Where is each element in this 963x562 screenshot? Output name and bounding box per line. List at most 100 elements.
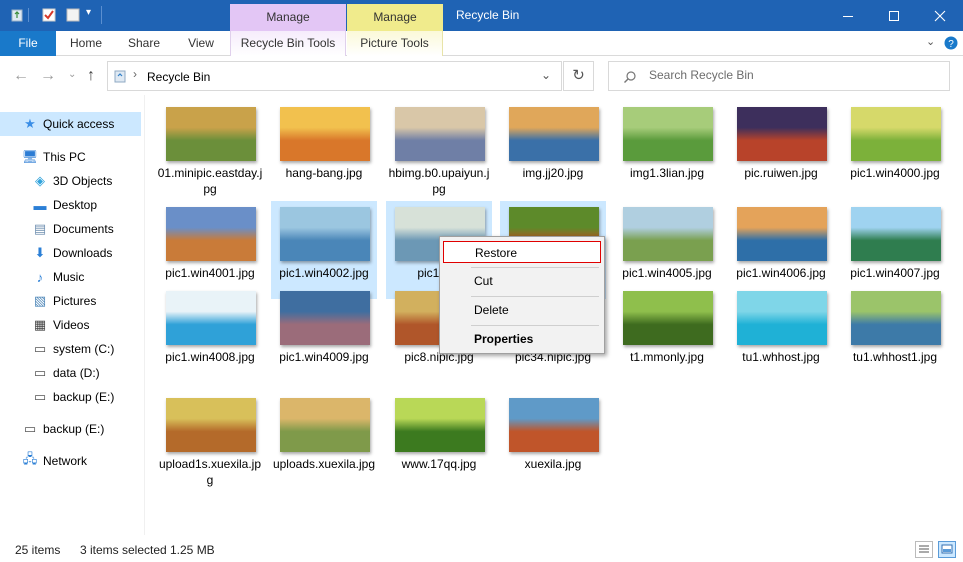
sidebar-item-pictures[interactable]: ▧ Pictures — [0, 289, 141, 313]
expand-ribbon-chevron-icon[interactable]: ⌄ — [926, 35, 935, 48]
breadcrumb-chevron-icon[interactable]: › — [133, 67, 137, 81]
refresh-button[interactable]: ↻ — [563, 61, 594, 91]
close-icon — [934, 10, 946, 21]
manage-tab-recycle[interactable]: Manage — [347, 4, 443, 31]
sidebar-item-label: Desktop — [53, 198, 98, 212]
sidebar-item-this-pc[interactable]: 🖥 This PC — [0, 145, 141, 169]
image-thumbnail — [851, 291, 941, 345]
file-name: 01.minipic.eastday.jpg — [157, 166, 263, 196]
file-tile[interactable]: uploads.xuexila.jpg — [271, 392, 377, 490]
sidebar-item-documents[interactable]: ▤ Documents — [0, 217, 141, 241]
image-thumbnail — [280, 107, 370, 161]
sidebar-item-label: backup (E:) — [53, 390, 115, 404]
new-folder-icon[interactable] — [66, 8, 80, 22]
details-view-button[interactable] — [915, 541, 933, 558]
menu-item-properties[interactable]: Properties — [443, 328, 601, 350]
sidebar-item-system-c[interactable]: ▭ system (C:) — [0, 337, 141, 361]
maximize-button[interactable] — [871, 0, 917, 31]
image-thumbnail — [623, 207, 713, 261]
file-tile[interactable]: tu1.whhost.jpg — [728, 285, 834, 383]
search-box[interactable] — [608, 61, 950, 91]
file-tile[interactable]: pic1.win4009.jpg — [271, 285, 377, 383]
sidebar-item-label: data (D:) — [53, 366, 100, 380]
navigation-pane: ★ Quick access 🖥 This PC ◈ 3D Objects ▬ Desktop… — [0, 103, 144, 533]
file-name: img1.3lian.jpg — [629, 166, 705, 180]
sidebar-item-data-d[interactable]: ▭ data (D:) — [0, 361, 141, 385]
file-tile[interactable]: img.jj20.jpg — [500, 101, 606, 199]
recycle-bin-icon[interactable] — [10, 8, 24, 22]
file-name: hang-bang.jpg — [285, 166, 363, 180]
file-name: pic1.win4005.jpg — [622, 266, 712, 280]
file-tile[interactable]: pic1.win4008.jpg — [157, 285, 263, 383]
sidebar-item-music[interactable]: ♪ Music — [0, 265, 141, 289]
selection-size: 1.25 MB — [170, 543, 215, 557]
image-thumbnail — [395, 398, 485, 452]
cube-icon: ◈ — [35, 173, 45, 188]
image-thumbnail — [851, 207, 941, 261]
file-tile[interactable]: hbimg.b0.upaiyun.jpg — [386, 101, 492, 199]
toolbar-divider — [101, 6, 102, 24]
back-arrow-icon[interactable]: ← — [13, 67, 29, 85]
file-tile[interactable]: hang-bang.jpg — [271, 101, 377, 199]
properties-icon[interactable] — [42, 8, 56, 22]
sidebar-item-quick-access[interactable]: ★ Quick access — [0, 112, 141, 136]
customize-toolbar-chevron-icon[interactable]: ▾ — [86, 7, 91, 18]
tab-file[interactable]: File — [0, 31, 56, 56]
tab-view[interactable]: View — [178, 31, 224, 56]
image-thumbnail — [166, 291, 256, 345]
title-bar: ▾ Manage Manage Recycle Bin — [0, 0, 963, 31]
address-dropdown-chevron-icon[interactable]: ⌄ — [541, 68, 551, 82]
search-input[interactable] — [649, 68, 939, 82]
close-button[interactable] — [917, 0, 963, 31]
status-bar: 25 items 3 items selected 1.25 MB — [0, 538, 963, 562]
file-tile[interactable]: img1.3lian.jpg — [614, 101, 720, 199]
sidebar-item-3d-objects[interactable]: ◈ 3D Objects — [0, 169, 141, 193]
file-name: tu1.whhost.jpg — [742, 350, 820, 364]
image-thumbnail — [509, 107, 599, 161]
image-thumbnail — [737, 291, 827, 345]
minimize-button[interactable] — [825, 0, 871, 31]
sidebar-item-downloads[interactable]: ⬇ Downloads — [0, 241, 141, 265]
sidebar-item-desktop[interactable]: ▬ Desktop — [0, 193, 141, 217]
manage-tab-picture[interactable]: Manage — [230, 4, 346, 31]
window-title: Recycle Bin — [456, 8, 520, 22]
file-name: pic1.win4000.jpg — [850, 166, 940, 180]
menu-item-cut[interactable]: Cut — [443, 270, 601, 292]
file-tile[interactable]: xuexila.jpg — [500, 392, 606, 490]
up-arrow-icon[interactable]: ↑ — [87, 67, 95, 85]
tab-picture-tools[interactable]: Picture Tools — [347, 31, 443, 56]
pane-splitter[interactable] — [144, 95, 145, 535]
menu-item-restore[interactable]: Restore — [443, 241, 601, 263]
sidebar-item-videos[interactable]: ▦ Videos — [0, 313, 141, 337]
tab-share[interactable]: Share — [121, 31, 167, 56]
forward-arrow-icon[interactable]: → — [40, 67, 56, 85]
file-tile[interactable]: tu1.whhost1.jpg — [842, 285, 948, 383]
file-tile[interactable]: t1.mmonly.jpg — [614, 285, 720, 383]
address-bar[interactable]: › Recycle Bin ⌄ — [107, 61, 562, 91]
file-tile[interactable]: pic1.win4000.jpg — [842, 101, 948, 199]
breadcrumb-recycle-bin[interactable]: Recycle Bin — [147, 70, 210, 84]
item-count: 25 items — [15, 543, 61, 557]
menu-item-delete[interactable]: Delete — [443, 299, 601, 321]
image-thumbnail — [737, 207, 827, 261]
recent-locations-chevron-icon[interactable]: ⌄ — [68, 69, 76, 80]
file-tile[interactable]: www.17qq.jpg — [386, 392, 492, 490]
file-tile[interactable]: upload1s.xuexila.jpg — [157, 392, 263, 490]
large-icons-view-button[interactable] — [938, 541, 956, 558]
star-icon: ★ — [24, 116, 36, 131]
sidebar-item-backup-e[interactable]: ▭ backup (E:) — [0, 417, 141, 441]
context-menu: Restore Cut Delete Properties — [439, 236, 605, 354]
tab-home[interactable]: Home — [61, 31, 111, 56]
file-tile[interactable]: 01.minipic.eastday.jpg — [157, 101, 263, 199]
desktop-icon: ▬ — [33, 197, 47, 213]
documents-icon: ▤ — [33, 221, 47, 236]
file-tile[interactable]: pic.ruiwen.jpg — [728, 101, 834, 199]
sidebar-item-label: backup (E:) — [43, 422, 105, 436]
search-icon — [624, 71, 636, 83]
svg-text:?: ? — [948, 39, 954, 50]
help-icon[interactable]: ? — [944, 36, 958, 50]
sidebar-item-backup-e[interactable]: ▭ backup (E:) — [0, 385, 141, 409]
sidebar-item-network[interactable]: 🖧 Network — [0, 449, 141, 473]
file-name: xuexila.jpg — [524, 457, 582, 471]
tab-recycle-bin-tools[interactable]: Recycle Bin Tools — [230, 31, 346, 56]
